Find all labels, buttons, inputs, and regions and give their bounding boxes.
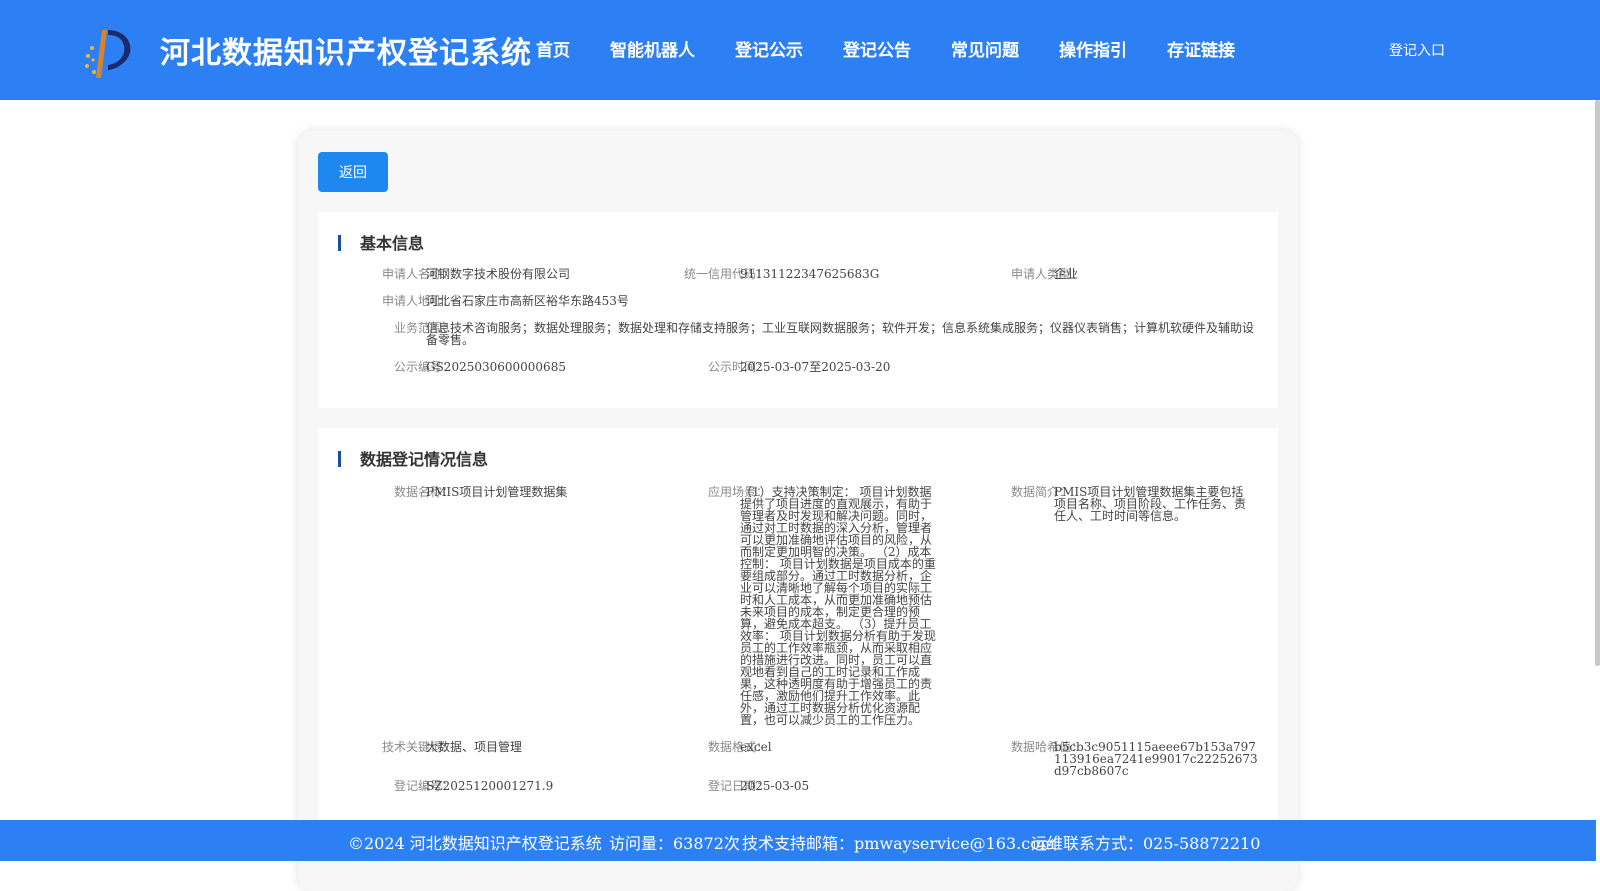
address-value: 河北省石家庄市高新区裕华东路453号 [426,294,629,308]
title-bar [338,451,341,467]
footer-phone: 运维联系方式：025-58872210 [1031,834,1261,853]
credit-code-value: 91131122347625683G [740,267,880,281]
data-name-value: PMIS项目计划管理数据集 [426,485,568,499]
footer-copyright: ©2024 河北数据知识产权登记系统 [348,834,602,853]
site-header: 河北数据知识产权登记系统 首页 智能机器人 登记公示 登记公告 常见问题 操作指… [0,0,1600,100]
keywords-value: 大数据、项目管理 [426,740,523,754]
footer-email[interactable]: 技术支持邮箱：pmwayservice@163.com [742,830,1055,854]
nav-faq[interactable]: 常见问题 [951,36,1019,61]
basic-info-title-text: 基本信息 [360,234,425,253]
hash-value: b5cb3c9051115aeee67b153a797113916ea7241e… [1054,740,1258,778]
basic-info-title: 基本信息 [338,230,424,254]
scenario-value: （1）支持决策制定： 项目计划数据提供了项目进度的直观展示，有助于管理者及时发现… [740,485,936,727]
data-registration-card: 数据登记情况信息 数据名称： PMIS项目计划管理数据集 应用场景： （1）支持… [318,428,1278,848]
back-button[interactable]: 返回 [318,152,388,192]
page-scrollbar[interactable] [1595,100,1600,666]
footer-visits: 访问量：63872次 [609,834,740,853]
basic-info-card: 基本信息 申请人名称： 河钢数字技术股份有限公司 统一信用代码： 9113112… [318,212,1278,408]
login-link[interactable]: 登记入口 [1389,40,1445,60]
site-footer: ©2024 河北数据知识产权登记系统 访问量：63872次 技术支持邮箱：pmw… [0,820,1596,861]
main-nav: 首页 智能机器人 登记公示 登记公告 常见问题 操作指引 存证链接 [536,36,1275,61]
nav-registration-publicity[interactable]: 登记公示 [735,36,803,61]
title-bar [338,235,341,251]
logo-icon [85,30,131,78]
reg-date-value: 2025-03-05 [740,779,810,793]
nav-home[interactable]: 首页 [536,36,570,61]
format-value: excel [740,740,772,754]
applicant-name-value: 河钢数字技术股份有限公司 [426,267,571,281]
nav-evidence-link[interactable]: 存证链接 [1167,36,1235,61]
reg-no-value: SZ2025120001271.9 [426,779,554,793]
intro-value: PMIS项目计划管理数据集主要包括项目名称、项目阶段、工作任务、责任人、工时时间… [1054,485,1247,523]
applicant-type-value: 企业 [1054,267,1079,281]
data-info-title: 数据登记情况信息 [338,446,488,470]
nav-guide[interactable]: 操作指引 [1059,36,1127,61]
pub-no-value: GS2025030600000685 [426,360,566,374]
nav-robot[interactable]: 智能机器人 [610,36,695,61]
nav-registration-announcement[interactable]: 登记公告 [843,36,911,61]
site-title: 河北数据知识产权登记系统 [160,36,532,71]
detail-container: 返回 基本信息 申请人名称： 河钢数字技术股份有限公司 统一信用代码： 9113… [298,131,1298,891]
scope-value: 信息技术咨询服务；数据处理服务；数据处理和存储支持服务；工业互联网数据服务；软件… [426,321,1255,347]
data-info-title-text: 数据登记情况信息 [360,450,489,469]
pub-time-value: 2025-03-07至2025-03-20 [740,360,891,374]
